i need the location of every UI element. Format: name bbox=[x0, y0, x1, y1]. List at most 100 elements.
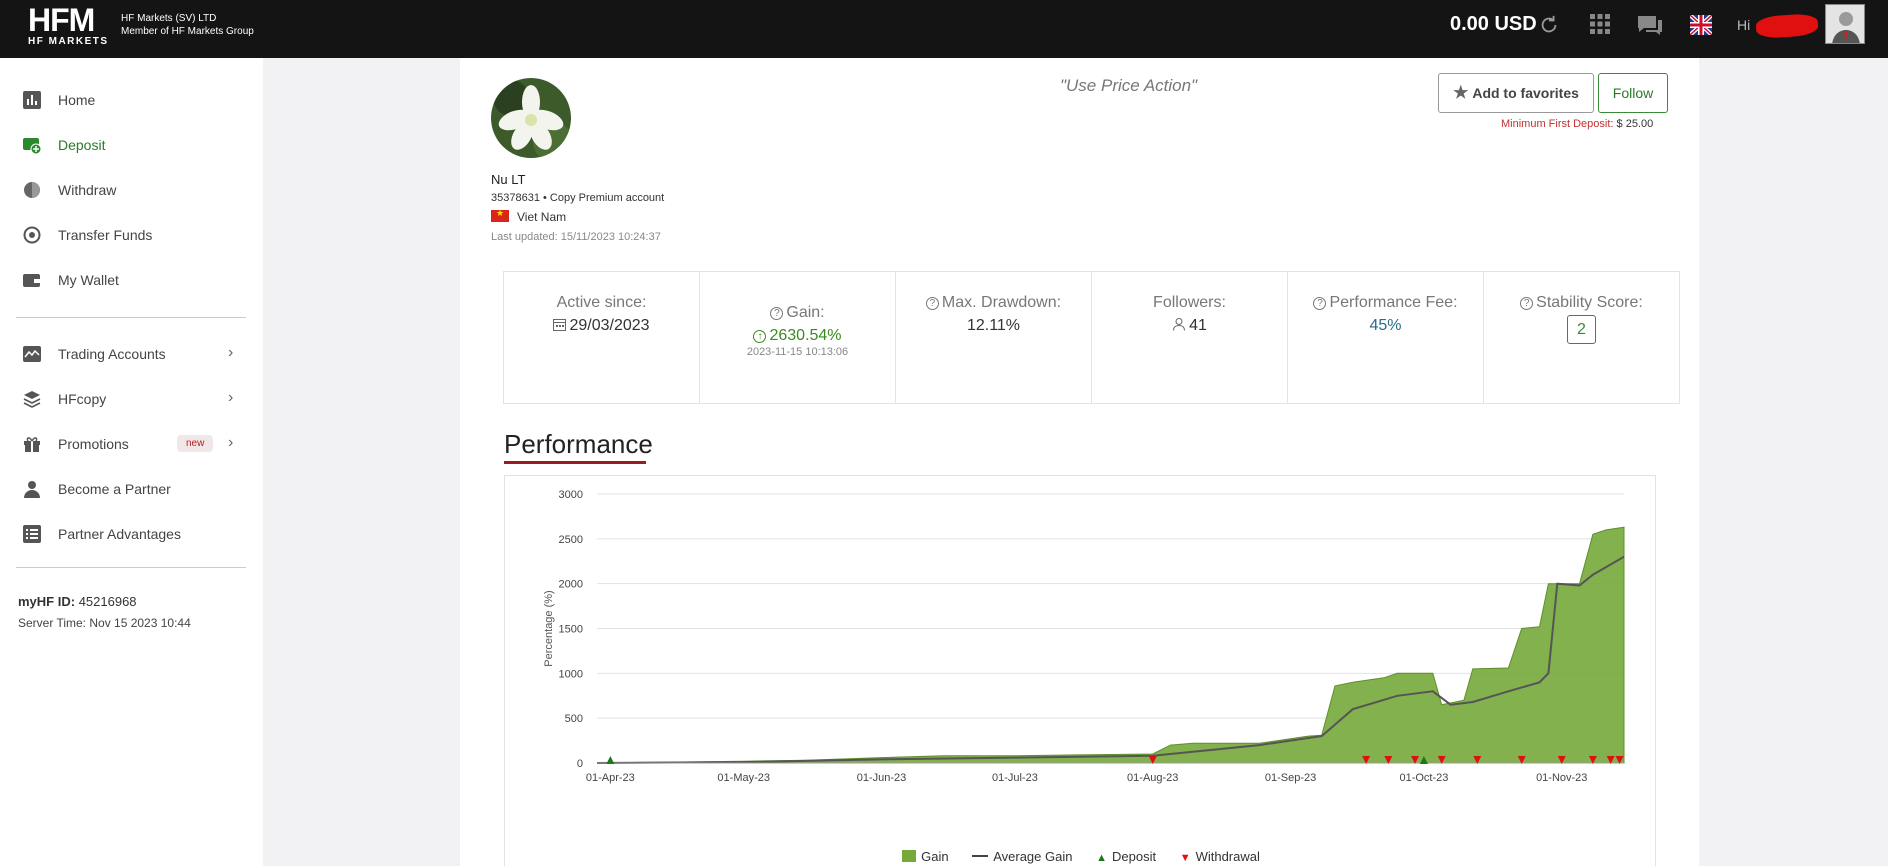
stat-max-drawdown: ? Max. Drawdown: 12.11% bbox=[896, 272, 1092, 403]
followers-title: Followers: bbox=[1153, 294, 1226, 311]
sidebar-item-home[interactable]: Home bbox=[0, 80, 263, 120]
top-bar: HFM HF MARKETS HF Markets (SV) LTD Membe… bbox=[0, 0, 1888, 58]
legend-average-gain[interactable]: Average Gain bbox=[972, 849, 1072, 864]
y-tick-label: 1000 bbox=[559, 668, 583, 680]
sidebar-item-label: Withdraw bbox=[58, 182, 117, 198]
strategy-tagline: "Use Price Action" bbox=[1060, 76, 1198, 95]
stat-stability-score: ? Stability Score: 2 bbox=[1484, 272, 1679, 403]
x-tick-label: 01-Jul-23 bbox=[992, 772, 1038, 784]
chat-icon[interactable] bbox=[1636, 14, 1664, 36]
chevron-right-icon: › bbox=[228, 389, 234, 406]
transfer-icon bbox=[23, 226, 41, 244]
x-tick-label: 01-Oct-23 bbox=[1399, 772, 1448, 784]
stat-title: ? Performance Fee: bbox=[1288, 294, 1483, 312]
followers-icon bbox=[1173, 318, 1186, 331]
refresh-icon[interactable] bbox=[1538, 14, 1560, 36]
greeting: Hi bbox=[1737, 17, 1751, 33]
minimum-first-deposit: Minimum First Deposit: $ 25.00 bbox=[1501, 118, 1653, 130]
help-icon[interactable]: ? bbox=[770, 307, 784, 320]
person-icon bbox=[24, 481, 40, 498]
chart-icon bbox=[23, 91, 41, 109]
x-tick-label: 01-Sep-23 bbox=[1265, 772, 1316, 784]
withdraw-icon bbox=[24, 182, 40, 198]
apps-grid-icon[interactable] bbox=[1590, 14, 1610, 34]
hfm-logo[interactable]: HFM HF MARKETS bbox=[26, 4, 116, 48]
uk-flag-icon[interactable] bbox=[1690, 15, 1712, 35]
new-badge: new bbox=[177, 435, 214, 452]
y-tick-label: 3000 bbox=[559, 489, 583, 501]
country-name: Viet Nam bbox=[517, 210, 567, 224]
myhf-id-value: 45216968 bbox=[78, 594, 137, 609]
y-tick-label: 500 bbox=[565, 713, 583, 725]
sidebar-item-label: Transfer Funds bbox=[58, 227, 153, 243]
legend-deposit-label: Deposit bbox=[1111, 849, 1157, 864]
star-icon: ★ bbox=[1453, 83, 1469, 102]
server-time: Server Time: Nov 15 2023 10:44 bbox=[18, 616, 191, 630]
gain-area bbox=[596, 526, 1625, 764]
help-icon[interactable]: ? bbox=[925, 297, 939, 310]
sidebar-divider bbox=[16, 317, 246, 318]
min-deposit-value: $ 25.00 bbox=[1616, 118, 1654, 130]
profile-picture bbox=[491, 78, 571, 158]
sidebar: Home Deposit Withdraw Transfer Funds My … bbox=[0, 58, 263, 866]
legend-gain-swatch bbox=[902, 850, 917, 862]
sidebar-item-my-wallet[interactable]: My Wallet bbox=[0, 260, 263, 300]
calendar-icon bbox=[553, 319, 567, 331]
myhf-id: myHF ID: 45216968 bbox=[18, 594, 137, 609]
sidebar-item-label: Partner Advantages bbox=[58, 526, 181, 542]
list-icon bbox=[23, 525, 41, 543]
sidebar-divider bbox=[16, 567, 246, 568]
country: Viet Nam bbox=[491, 208, 567, 224]
sidebar-item-deposit[interactable]: Deposit bbox=[0, 125, 263, 165]
stat-followers: Followers: 41 bbox=[1092, 272, 1288, 403]
help-icon[interactable]: ? bbox=[1520, 297, 1534, 310]
follow-button[interactable]: Follow bbox=[1598, 73, 1668, 113]
performance-heading: Performance bbox=[504, 429, 653, 459]
y-tick-label: 1500 bbox=[559, 624, 583, 636]
sidebar-item-label: HFcopy bbox=[58, 391, 107, 407]
deposit-icon bbox=[23, 138, 41, 154]
user-avatar[interactable] bbox=[1825, 4, 1865, 44]
stability-title: Stability Score: bbox=[1536, 294, 1643, 311]
sidebar-item-label: Promotions bbox=[58, 436, 129, 452]
performance-chart-svg: 0 500 1000 1500 2000 2500 3000 01-Apr-23 01-May-… bbox=[543, 489, 1625, 784]
wallet-icon bbox=[23, 274, 40, 287]
chart-legend: Gain Average Gain ▲ Deposit ▼ Withdrawal bbox=[505, 849, 1657, 864]
sidebar-item-withdraw[interactable]: Withdraw bbox=[0, 170, 263, 210]
trader-name: Nu LT bbox=[491, 172, 526, 187]
legend-withdrawal[interactable]: ▼ Withdrawal bbox=[1180, 849, 1260, 864]
company-group: Member of HF Markets Group bbox=[121, 26, 254, 37]
help-icon[interactable]: ? bbox=[1313, 297, 1327, 310]
sidebar-item-transfer-funds[interactable]: Transfer Funds bbox=[0, 215, 263, 255]
x-tick-label: 01-Aug-23 bbox=[1127, 772, 1178, 784]
chevron-right-icon: › bbox=[228, 344, 234, 361]
legend-gain[interactable]: Gain bbox=[902, 849, 949, 864]
deposit-marker bbox=[606, 756, 615, 764]
fee-title: Performance Fee: bbox=[1329, 294, 1458, 311]
legend-withdrawal-label: Withdrawal bbox=[1195, 849, 1260, 864]
drawdown-title: Max. Drawdown: bbox=[941, 294, 1062, 311]
stat-gain: ? Gain: ↑ 2630.54% 2023-11-15 10:13:06 bbox=[700, 272, 896, 403]
myhf-id-label: myHF ID: bbox=[18, 594, 76, 609]
sidebar-item-partner-advantages[interactable]: Partner Advantages bbox=[0, 514, 263, 554]
add-to-favorites-button[interactable]: ★ Add to favorites bbox=[1438, 73, 1594, 113]
account-info: 35378631 • Copy Premium account bbox=[491, 192, 665, 204]
legend-deposit[interactable]: ▲ Deposit bbox=[1096, 849, 1156, 864]
x-tick-label: 01-May-23 bbox=[717, 772, 770, 784]
y-tick-label: 2500 bbox=[559, 534, 583, 546]
legend-gain-label: Gain bbox=[921, 849, 949, 864]
sidebar-item-trading-accounts[interactable]: Trading Accounts › bbox=[0, 334, 263, 374]
sidebar-item-promotions[interactable]: Promotions new › bbox=[0, 424, 263, 464]
followers-count: 41 bbox=[1189, 317, 1207, 334]
sidebar-item-label: My Wallet bbox=[58, 272, 119, 288]
gift-icon bbox=[24, 437, 40, 452]
y-tick-label: 2000 bbox=[559, 579, 583, 591]
logo-subtitle: HF MARKETS bbox=[28, 36, 109, 47]
drawdown-value: 12.11% bbox=[966, 317, 1021, 334]
y-tick-label: 0 bbox=[577, 758, 583, 770]
heading-underline bbox=[504, 461, 646, 464]
performance-chart: 0 500 1000 1500 2000 2500 3000 01-Apr-23 01-May-… bbox=[504, 475, 1656, 866]
sidebar-item-hfcopy[interactable]: HFcopy › bbox=[0, 379, 263, 419]
add-to-favorites-label: Add to favorites bbox=[1472, 85, 1579, 101]
sidebar-item-become-a-partner[interactable]: Become a Partner bbox=[0, 469, 263, 509]
